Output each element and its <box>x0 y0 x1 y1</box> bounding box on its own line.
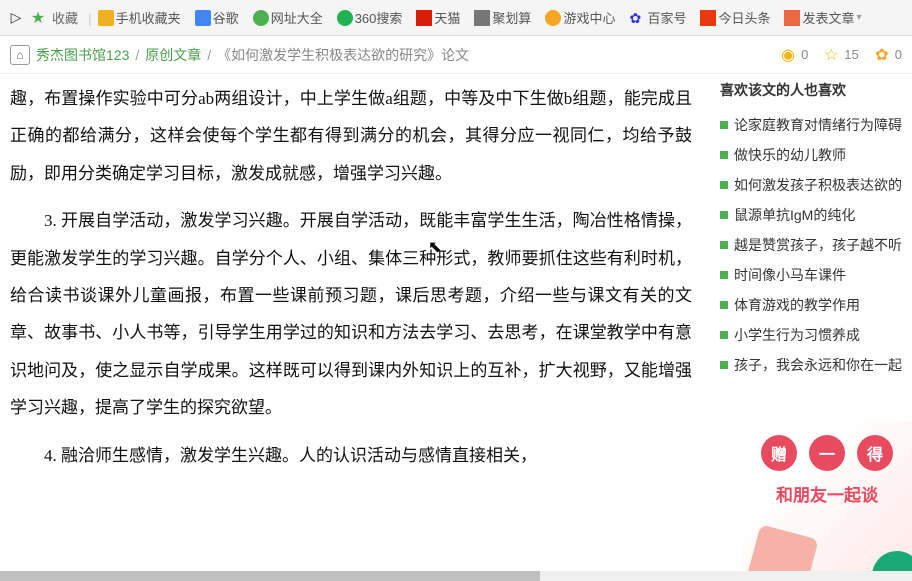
coin-icon: ◉ <box>779 46 797 64</box>
article-paragraph: 趣，布置操作实验中可分ab两组设计，中上学生做a组题，中等及中下生做b组题，能完… <box>10 80 692 192</box>
related-item-label: 孩子，我会永远和你在一起 <box>734 355 902 375</box>
browser-toolbar: ▷ ★ 收藏 | 手机收藏夹 谷歌 网址大全 360搜索 天猫 聚划算 游戏中心… <box>0 0 912 36</box>
horizontal-scrollbar[interactable] <box>0 571 912 581</box>
bookmark-label: 手机收藏夹 <box>116 8 181 27</box>
bullet-icon <box>720 361 728 369</box>
bookmark-juhuasuan[interactable]: 聚划算 <box>474 8 531 27</box>
related-item[interactable]: 论家庭教育对情绪行为障碍 <box>712 110 912 140</box>
bullet-icon <box>720 301 728 309</box>
promo-text: 和朋友一起谈 <box>742 481 912 506</box>
related-item[interactable]: 孩子，我会永远和你在一起 <box>712 350 912 380</box>
related-item-label: 做快乐的幼儿教师 <box>734 145 846 165</box>
bookmark-label: 百家号 <box>647 8 686 27</box>
stat-value: 0 <box>801 47 808 62</box>
breadcrumb-library[interactable]: 秀杰图书馆123 <box>36 45 129 65</box>
breadcrumb: ⌂ 秀杰图书馆123 / 原创文章 / 《如何激发学生积极表达欲的研究》论文 <box>10 45 469 65</box>
promo-circle: 赠 <box>761 435 797 471</box>
flower-icon: ✿ <box>873 46 891 64</box>
promo-circles: 赠 一 得 <box>742 435 912 471</box>
article-body: 趣，布置操作实验中可分ab两组设计，中上学生做a组题，中等及中下生做b组题，能完… <box>0 74 712 484</box>
stat-value: 15 <box>844 47 858 62</box>
bookmark-site-directory[interactable]: 网址大全 <box>253 8 323 27</box>
bookmark-google[interactable]: 谷歌 <box>195 8 239 27</box>
stat-value: 0 <box>895 47 902 62</box>
bullet-icon <box>720 271 728 279</box>
scrollbar-thumb[interactable] <box>0 571 540 581</box>
promo-circle: 得 <box>857 435 893 471</box>
favorites-star-icon[interactable]: ★ <box>30 10 46 26</box>
stat-coins[interactable]: ◉0 <box>779 46 808 64</box>
related-item[interactable]: 时间像小马车课件 <box>712 260 912 290</box>
bullet-icon <box>720 211 728 219</box>
bookmark-label: 聚划算 <box>492 8 531 27</box>
stat-flowers[interactable]: ✿0 <box>873 46 902 64</box>
bullet-icon <box>720 151 728 159</box>
paw-icon: ✿ <box>629 10 645 26</box>
breadcrumb-separator: / <box>135 47 139 63</box>
breadcrumb-category[interactable]: 原创文章 <box>145 45 201 65</box>
related-item[interactable]: 体育游戏的教学作用 <box>712 290 912 320</box>
related-item-label: 小学生行为习惯养成 <box>734 325 860 345</box>
breadcrumb-separator: / <box>207 47 211 63</box>
bookmark-360search[interactable]: 360搜索 <box>337 8 403 27</box>
article-paragraph: 3. 开展自学活动，激发学习兴趣。开展自学活动，既能丰富学生生活，陶冶性格情操，… <box>10 202 692 426</box>
bookmark-label: 今日头条 <box>718 8 770 27</box>
related-item[interactable]: 鼠源单抗IgM的纯化 <box>712 200 912 230</box>
promo-circle: 一 <box>809 435 845 471</box>
related-item[interactable]: 小学生行为习惯养成 <box>712 320 912 350</box>
bookmark-tmall[interactable]: 天猫 <box>416 8 460 27</box>
bookmark-mobile-folder[interactable]: 手机收藏夹 <box>98 8 181 27</box>
star-icon: ☆ <box>822 46 840 64</box>
related-item-label: 时间像小马车课件 <box>734 265 846 285</box>
breadcrumb-current: 《如何激发学生积极表达欲的研究》论文 <box>217 45 469 65</box>
bookmark-label: 谷歌 <box>213 8 239 27</box>
bullet-icon <box>720 121 728 129</box>
related-list: 论家庭教育对情绪行为障碍 做快乐的幼儿教师 如何激发孩子积极表达欲的 鼠源单抗I… <box>712 110 912 380</box>
article-stats: ◉0 ☆15 ✿0 <box>779 46 902 64</box>
sidebar-title: 喜欢该文的人也喜欢 <box>712 80 912 100</box>
related-item[interactable]: 如何激发孩子积极表达欲的 <box>712 170 912 200</box>
bookmark-baijiahao[interactable]: ✿百家号 <box>629 8 686 27</box>
bullet-icon <box>720 331 728 339</box>
bookmark-label: 360搜索 <box>355 8 403 27</box>
promo-banner[interactable]: 赠 一 得 和朋友一起谈 <box>742 421 912 581</box>
bullet-icon <box>720 181 728 189</box>
toolbar-separator: | <box>88 10 92 26</box>
bookmark-publish[interactable]: 发表文章▾ <box>784 8 861 27</box>
related-item-label: 论家庭教育对情绪行为障碍 <box>734 115 902 135</box>
bookmark-label: 网址大全 <box>271 8 323 27</box>
breadcrumb-row: ⌂ 秀杰图书馆123 / 原创文章 / 《如何激发学生积极表达欲的研究》论文 ◉… <box>0 36 912 74</box>
related-item-label: 鼠源单抗IgM的纯化 <box>734 205 855 225</box>
bookmark-label: 发表文章 <box>802 8 854 27</box>
related-item-label: 体育游戏的教学作用 <box>734 295 860 315</box>
home-icon[interactable]: ⌂ <box>10 45 30 65</box>
bookmark-label: 游戏中心 <box>563 8 615 27</box>
article-paragraph: 4. 融洽师生感情，激发学生兴趣。人的认识活动与感情直接相关， <box>10 437 692 474</box>
bookmark-gamecenter[interactable]: 游戏中心 <box>545 8 615 27</box>
bullet-icon <box>720 241 728 249</box>
related-item[interactable]: 做快乐的幼儿教师 <box>712 140 912 170</box>
stat-stars[interactable]: ☆ 15 <box>822 46 858 64</box>
related-item-label: 越是赞赏孩子，孩子越不听 <box>734 235 902 255</box>
related-item-label: 如何激发孩子积极表达欲的 <box>734 175 902 195</box>
bookmark-label: 天猫 <box>434 8 460 27</box>
nav-forward-icon[interactable]: ▷ <box>8 10 24 26</box>
bookmark-toutiao[interactable]: 今日头条 <box>700 8 770 27</box>
favorites-label[interactable]: 收藏 <box>52 8 78 27</box>
chevron-down-icon: ▾ <box>857 12 862 23</box>
related-item[interactable]: 越是赞赏孩子，孩子越不听 <box>712 230 912 260</box>
